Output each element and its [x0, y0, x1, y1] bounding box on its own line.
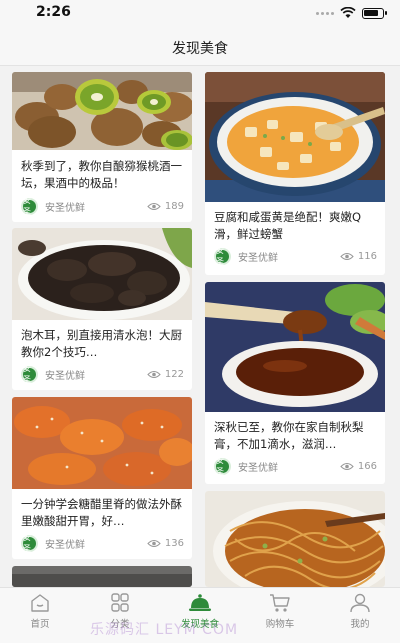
card-meta: 安圣 安圣优鲜 189: [21, 196, 184, 216]
tab-mine[interactable]: 我的: [320, 588, 400, 643]
author-name: 安圣优鲜: [45, 202, 85, 214]
navigation-bar: 发现美食: [0, 28, 400, 66]
card-meta: 安圣 安圣优鲜 116: [214, 246, 377, 266]
view-count-value: 136: [164, 537, 184, 549]
author-logo-icon: 安圣: [21, 364, 38, 384]
author-name: 安圣优鲜: [45, 370, 85, 382]
tab-label: 首页: [30, 619, 50, 630]
recipe-card[interactable]: 秋季到了，教你自酿猕猴桃酒一坛，果酒中的极品！ 安圣 安圣优鲜 189: [12, 72, 192, 222]
home-icon: [31, 594, 49, 612]
view-count: 122: [147, 369, 184, 380]
card-image-tofu-egg-yolk: [205, 72, 385, 202]
tab-label: 我的: [350, 619, 370, 630]
card-meta: 安圣 安圣优鲜 136: [21, 533, 184, 553]
eye-icon: [147, 202, 161, 210]
user-icon: [350, 593, 370, 613]
recipe-card[interactable]: [12, 566, 192, 587]
tab-cart[interactable]: 购物车: [240, 588, 320, 643]
author-logo-icon: 安圣: [21, 196, 38, 216]
author-name: 安圣优鲜: [45, 539, 85, 551]
recipe-card[interactable]: 一分钟学会糖醋里脊的做法外酥里嫩酸甜开胃，好… 安圣 安圣优鲜 136: [12, 397, 192, 559]
view-count: 166: [340, 461, 377, 472]
status-icons: [316, 7, 387, 19]
view-count-value: 116: [357, 250, 377, 262]
card-title: 泡木耳，别直接用清水泡！大厨教你2个技巧…: [21, 328, 182, 359]
card-image-noodles: [205, 491, 385, 587]
view-count-value: 122: [164, 368, 184, 380]
card-title: 深秋已至，教你在家自制秋梨膏，不加1滴水，滋润…: [214, 420, 364, 451]
status-bar: 2:26: [0, 0, 400, 28]
card-image-partial: [12, 566, 192, 587]
view-count: 189: [147, 201, 184, 212]
watermark: 乐源码汇 LEYM COM: [90, 622, 239, 638]
card-title: 秋季到了，教你自酿猕猴桃酒一坛，果酒中的极品！: [21, 159, 182, 190]
wifi-icon: [340, 7, 356, 18]
view-count-value: 189: [164, 200, 184, 212]
eye-icon: [147, 539, 161, 547]
battery-icon: [362, 7, 387, 19]
author-logo-icon: 安圣: [21, 533, 38, 553]
page-title: 发现美食: [172, 41, 228, 57]
card-image-black-fungus: [12, 228, 192, 320]
tab-home[interactable]: 首页: [0, 588, 80, 643]
view-count: 116: [340, 251, 377, 262]
eye-icon: [147, 370, 161, 378]
tab-label: 购物车: [265, 619, 295, 630]
recipe-card[interactable]: 深秋已至，教你在家自制秋梨膏，不加1滴水，滋润… 安圣 安圣优鲜 166: [205, 282, 385, 484]
view-count: 136: [147, 538, 184, 549]
status-time: 2:26: [36, 4, 71, 20]
author-name: 安圣优鲜: [238, 252, 278, 264]
eye-icon: [340, 462, 354, 470]
card-image-kiwi: [12, 72, 192, 150]
card-image-sweet-sour-pork: [12, 397, 192, 489]
card-title: 一分钟学会糖醋里脊的做法外酥里嫩酸甜开胃，好…: [21, 497, 182, 528]
recipe-card[interactable]: [205, 491, 385, 587]
recipe-card[interactable]: 泡木耳，别直接用清水泡！大厨教你2个技巧… 安圣 安圣优鲜 122: [12, 228, 192, 390]
signal-icon: [316, 11, 334, 15]
view-count-value: 166: [357, 460, 377, 472]
card-meta: 安圣 安圣优鲜 122: [21, 364, 184, 384]
card-meta: 安圣 安圣优鲜 166: [214, 456, 377, 476]
author-logo-icon: 安圣: [214, 246, 231, 266]
grid-icon: [111, 593, 129, 612]
author-name: 安圣优鲜: [238, 462, 278, 474]
recipe-card[interactable]: 豆腐和咸蛋黄是绝配！爽嫩Q滑，鲜过螃蟹 安圣 安圣优鲜 116: [205, 72, 385, 275]
dish-cover-icon: [189, 594, 211, 611]
card-image-pear-syrup: [205, 282, 385, 412]
card-title: 豆腐和咸蛋黄是绝配！爽嫩Q滑，鲜过螃蟹: [214, 210, 362, 241]
author-logo-icon: 安圣: [214, 456, 231, 476]
eye-icon: [340, 252, 354, 260]
cart-icon: [270, 594, 290, 612]
